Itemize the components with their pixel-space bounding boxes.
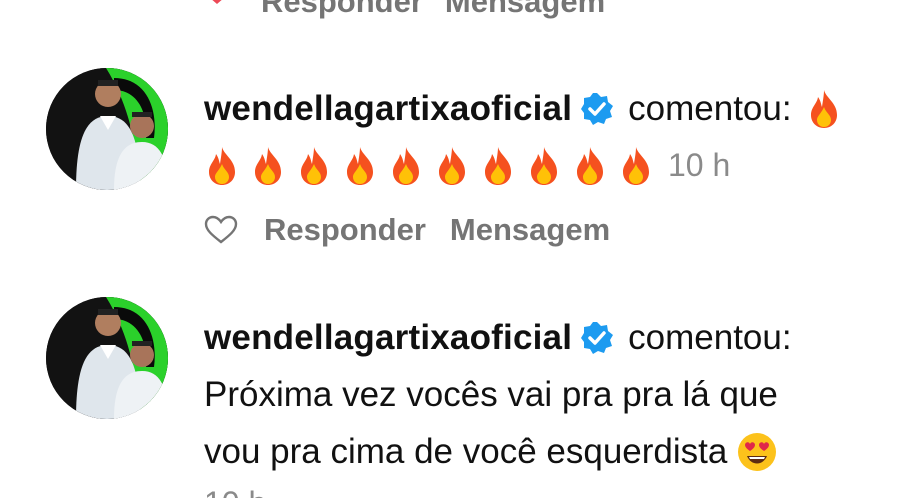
reply-button[interactable]: Responder — [264, 212, 426, 248]
heart-outline-icon[interactable] — [204, 215, 238, 245]
message-button[interactable]: Mensagem — [445, 0, 605, 20]
avatar[interactable] — [46, 297, 168, 419]
previous-comment-actions: Responder Mensagem — [205, 0, 605, 20]
comment-body: wendellagartixaoficial comentou: Próxima… — [204, 309, 894, 480]
fire-emoji-icon — [480, 146, 516, 186]
comment-verb: comentou: — [628, 89, 792, 128]
fire-emoji-icon — [388, 146, 424, 186]
reply-button[interactable]: Responder — [261, 0, 423, 20]
username[interactable]: wendellagartixaoficial — [204, 309, 572, 366]
comment-header: wendellagartixaoficial comentou: — [204, 309, 894, 366]
comments-feed: Responder Mensagem wendellagartixaoficia… — [0, 0, 906, 498]
comment-text-line: vou pra cima de você esquerdista — [204, 423, 894, 480]
fire-emoji-icon — [526, 146, 562, 186]
fire-emoji-icon — [296, 146, 332, 186]
comment-verb: comentou: — [628, 318, 792, 357]
fire-emoji-icon — [806, 89, 842, 129]
avatar[interactable] — [46, 68, 168, 190]
fire-emoji-icon — [250, 146, 286, 186]
message-button[interactable]: Mensagem — [450, 212, 610, 248]
heart-eyes-emoji-icon — [737, 432, 777, 472]
comment-timestamp: 10 h — [668, 147, 731, 183]
comment-actions: Responder Mensagem — [204, 212, 894, 248]
verified-badge-icon — [580, 92, 614, 126]
verified-badge-icon — [580, 321, 614, 355]
fire-emoji-icon — [434, 146, 470, 186]
comment-body: wendellagartixaoficial comentou: 10 h Re… — [204, 80, 894, 248]
comment-text-line: Próxima vez vocês vai pra pra lá que — [204, 375, 778, 414]
username[interactable]: wendellagartixaoficial — [204, 80, 572, 137]
fire-emoji-icon — [342, 146, 378, 186]
fire-emoji-icon — [204, 146, 240, 186]
comment-text: vou pra cima de você esquerdista — [204, 432, 728, 471]
fire-emoji-icon — [572, 146, 608, 186]
fire-emoji-icon — [618, 146, 654, 186]
fire-emoji-row — [204, 146, 654, 186]
comment-text-line: 10 h — [204, 137, 894, 194]
comment-timestamp: 10 h — [204, 485, 266, 498]
comment-header: wendellagartixaoficial comentou: — [204, 80, 894, 137]
